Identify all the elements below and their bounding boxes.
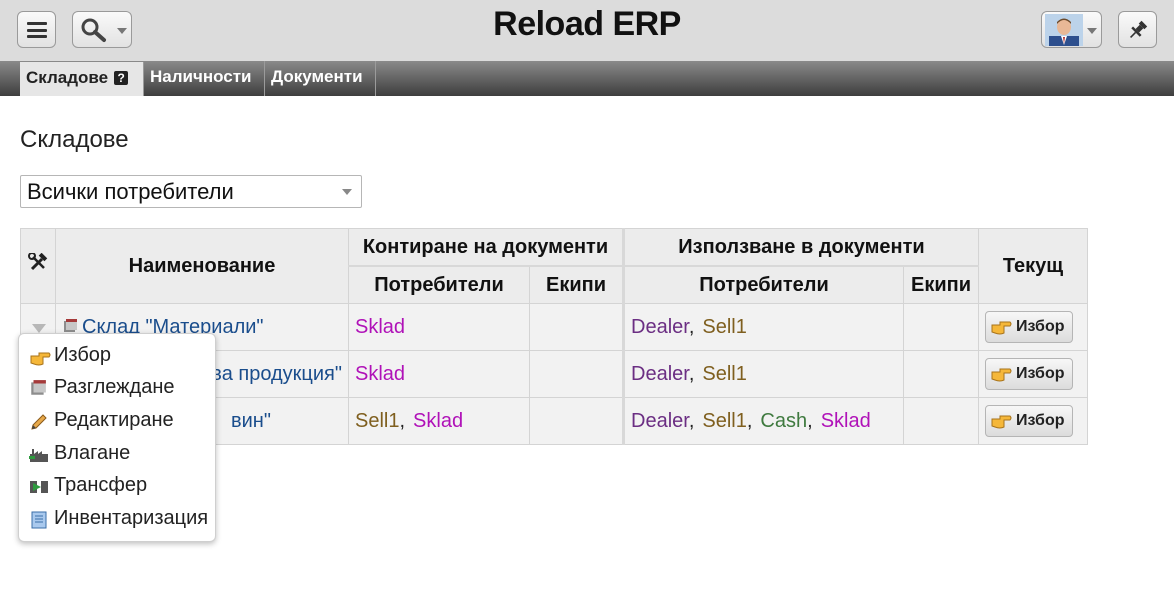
usage-teams-cell [903,350,979,398]
pointing-hand-icon [991,415,1012,429]
chevron-down-icon [342,189,352,195]
pencil-icon [31,414,47,430]
tools-icon [28,252,48,271]
tab-label: Документи [271,67,363,86]
user-tag[interactable]: Sell1 [702,363,746,385]
tab-bar: Складове? Наличности Документи [0,61,1174,96]
user-tag[interactable]: Sklad [821,410,871,432]
row-context-menu: Избор Разглеждане Редактиране Влагане Тр… [18,333,216,542]
select-button[interactable]: Избор [985,311,1074,343]
warehouse-link[interactable]: ва продукция" [211,363,342,385]
user-tag[interactable]: Sell1 [702,316,746,338]
usage-users-header: Потребители [622,265,904,304]
menu-item-label: Инвентаризация [54,507,209,529]
select-value: Всички потребители [27,179,234,204]
user-menu-button[interactable] [1041,11,1102,48]
menu-item-label: Влагане [54,442,131,464]
pointing-hand-icon [991,321,1012,335]
user-tag[interactable]: Sklad [355,316,405,338]
avatar [1045,14,1083,46]
pointing-hand-icon [991,368,1012,382]
scroll-icon [31,511,47,529]
usage-teams-cell [903,303,979,351]
usage-teams-cell [903,397,979,445]
posting-header: Контиране на документи [348,228,624,267]
posting-users-cell: Sklad [348,350,530,398]
current-cell: Избор [978,350,1088,398]
current-cell: Избор [978,397,1088,445]
user-tag[interactable]: Sell1 [355,410,399,432]
posting-teams-cell [529,350,624,398]
usage-header: Използване в документи [622,228,979,267]
page-title: Складове [20,126,129,153]
chevron-down-icon [1087,28,1097,34]
usage-teams-header: Екипи [903,265,979,304]
user-filter-select[interactable]: Всички потребители [20,175,362,208]
select-button[interactable]: Избор [985,358,1074,390]
top-bar: Reload ERP [0,0,1174,61]
user-tag[interactable]: Sklad [413,410,463,432]
factory-icon [29,449,48,462]
tools-header[interactable] [20,228,56,304]
posting-teams-cell [529,397,624,445]
app-title: Reload ERP [493,5,681,43]
transfer-icon [30,481,48,493]
menu-item-label: Редактиране [54,409,174,431]
posting-users-cell: Sell1, Sklad [348,397,530,445]
user-tag[interactable]: Sklad [355,363,405,385]
posting-users-header: Потребители [348,265,530,304]
menu-item-label: Трансфер [54,474,148,496]
name-header: Наименование [55,228,349,304]
user-tag[interactable]: Dealer [631,316,689,338]
tab-documents[interactable]: Документи [265,61,376,96]
usage-users-cell: Dealer, Sell1 [622,350,904,398]
user-tag[interactable]: Cash [760,410,807,432]
pointing-hand-icon [30,352,51,366]
menu-item-label: Разглеждане [54,376,175,398]
tab-label: Наличности [150,67,252,86]
pin-button[interactable] [1118,11,1157,48]
tab-stock[interactable]: Наличности [144,61,265,96]
box-icon [31,380,46,395]
posting-users-cell: Sklad [348,303,530,351]
help-icon[interactable]: ? [114,71,129,85]
menu-item-label: Избор [54,344,112,366]
usage-users-cell: Dealer, Sell1, Cash, Sklad [622,397,904,445]
box-icon [64,318,77,332]
select-button[interactable]: Избор [985,405,1074,437]
usage-users-cell: Dealer, Sell1 [622,303,904,351]
tab-label: Складове [26,68,109,87]
posting-teams-header: Екипи [529,265,624,304]
current-cell: Избор [978,303,1088,351]
user-tag[interactable]: Dealer [631,410,689,432]
warehouse-link[interactable]: вин" [231,410,271,432]
user-tag[interactable]: Dealer [631,363,689,385]
user-tag[interactable]: Sell1 [702,410,746,432]
current-header: Текущ [978,228,1088,304]
pin-icon [1130,20,1148,38]
chevron-down-icon [32,323,46,333]
tab-warehouses[interactable]: Складове? [20,62,144,96]
posting-teams-cell [529,303,624,351]
